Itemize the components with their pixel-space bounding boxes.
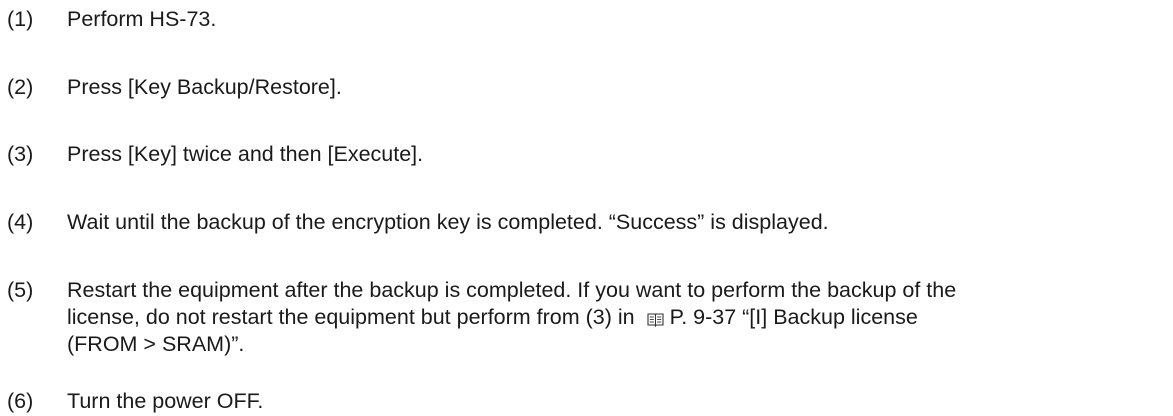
step-text: Press [Key Backup/Restore]. <box>67 75 342 99</box>
step-text-line-2-end: P. 9-37 “[I] Backup license <box>669 305 918 329</box>
step-text-line-3: (FROM > SRAM)”. <box>67 332 245 356</box>
step-text: Restart the equipment after the backup i… <box>67 277 1171 358</box>
step-text-line-1: Restart the equipment after the backup i… <box>67 278 957 302</box>
step-number: (4) <box>7 210 34 234</box>
step-number: (5) <box>7 278 34 302</box>
step-text: Perform HS-73. <box>67 7 217 31</box>
step-number: (3) <box>7 142 34 166</box>
procedure-steps: (1) Perform HS-73. (2) Press [Key Backup… <box>0 0 1173 416</box>
step-number: (2) <box>7 75 34 99</box>
step-text: Wait until the backup of the encryption … <box>67 210 829 234</box>
step-number: (1) <box>7 7 34 31</box>
step-text-line-2: license, do not restart the equipment bu… <box>67 304 1171 331</box>
step-text-line-2-start: license, do not restart the equipment bu… <box>67 305 635 329</box>
book-icon <box>647 313 664 327</box>
step-number: (6) <box>7 389 34 413</box>
step-text: Press [Key] twice and then [Execute]. <box>67 142 424 166</box>
step-text: Turn the power OFF. <box>67 389 264 413</box>
